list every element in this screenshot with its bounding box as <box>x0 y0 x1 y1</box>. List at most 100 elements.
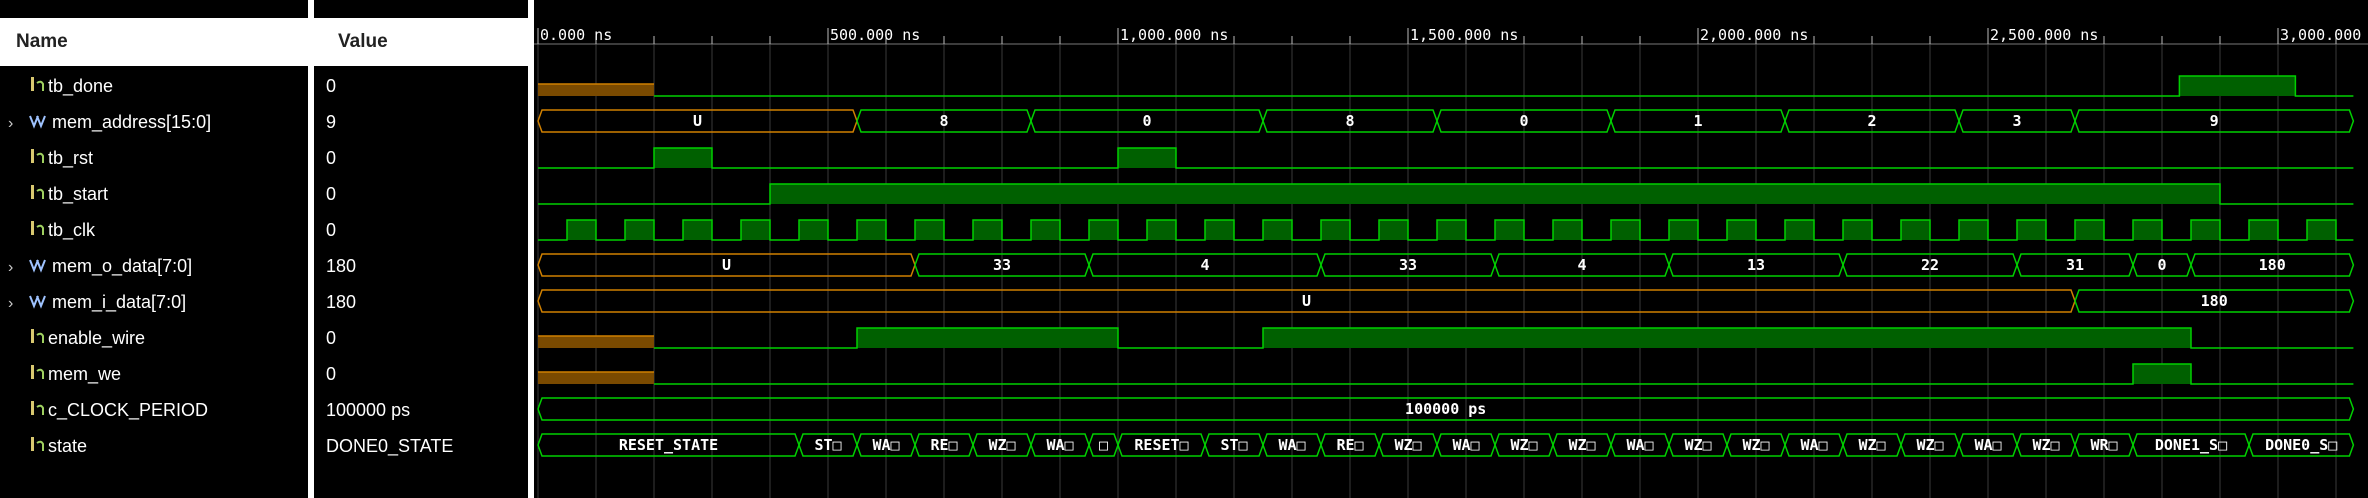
bus-value-label: ST□ <box>814 436 841 454</box>
logic-signal-icon <box>28 177 46 213</box>
clock-pulse <box>2075 220 2104 240</box>
ruler-label: 1,000.000 ns <box>1120 26 1228 44</box>
clock-pulse <box>567 220 596 240</box>
logic-signal-icon <box>28 429 46 465</box>
signal-row-tb-start[interactable]: tb_start <box>0 176 306 212</box>
bus-value-label: RE□ <box>1336 436 1363 454</box>
bus-value-label: RESET_STATE <box>619 436 718 454</box>
signal-value: 100000 ps <box>326 400 411 420</box>
waveform-area[interactable]: 0.000 ns 500.000 ns 1,000.000 ns 1,500.000 … <box>534 0 2368 498</box>
bus-value-label: DONE0_S□ <box>2265 436 2337 454</box>
clock-pulse <box>2017 220 2046 240</box>
expand-chevron-icon[interactable]: › <box>8 250 22 286</box>
expand-chevron-icon[interactable]: › <box>8 106 22 142</box>
clock-pulse <box>1495 220 1524 240</box>
ruler-label: 500.000 ns <box>830 26 920 44</box>
logic-signal-icon <box>28 357 46 393</box>
ruler-label: 3,000.000 <box>2280 26 2361 44</box>
signal-row-mem-o-data[interactable]: › mem_o_data[7:0] <box>0 248 306 284</box>
high-pulse <box>857 328 1118 348</box>
ruler-label: 0.000 ns <box>540 26 612 44</box>
clock-pulse <box>799 220 828 240</box>
bus-value-label: 31 <box>2066 256 2084 274</box>
column-splitter[interactable] <box>308 0 314 498</box>
bus-value-label: 1 <box>1693 112 1702 130</box>
bus-value-label: 33 <box>1399 256 1417 274</box>
bus-value-label: RESET□ <box>1134 436 1188 454</box>
bus-value-label: □ <box>1099 436 1108 454</box>
bus-value-label: 22 <box>1921 256 1939 274</box>
signal-name: tb_start <box>48 184 109 204</box>
signal-row-mem-i-data[interactable]: › mem_i_data[7:0] <box>0 284 306 320</box>
undefined-region <box>538 336 654 348</box>
clock-pulse <box>1205 220 1234 240</box>
bus-value-label: 0 <box>1142 112 1151 130</box>
clock-pulse <box>1959 220 1988 240</box>
bus-value-label: WA□ <box>1046 436 1073 454</box>
signal-row-enable-wire[interactable]: enable_wire <box>0 320 306 356</box>
bus-value-label: 4 <box>1577 256 1586 274</box>
high-pulse <box>654 148 712 168</box>
signal-row-tb-rst[interactable]: tb_rst <box>0 140 306 176</box>
bus-value-label: 0 <box>1519 112 1528 130</box>
bus-value-label: WA□ <box>1800 436 1827 454</box>
clock-pulse <box>1321 220 1350 240</box>
undefined-region <box>538 84 654 96</box>
signal-row-state[interactable]: state <box>0 428 306 464</box>
clock-pulse <box>741 220 770 240</box>
clock-pulse <box>1669 220 1698 240</box>
clock-pulse <box>1843 220 1872 240</box>
signal-value: DONE0_STATE <box>326 436 454 456</box>
waveform-canvas[interactable]: 0.000 ns 500.000 ns 1,000.000 ns 1,500.000 … <box>534 0 2368 498</box>
bus-value-label: RE□ <box>930 436 957 454</box>
bus-value-label: WA□ <box>1626 436 1653 454</box>
value-column-header[interactable]: Value <box>314 18 528 66</box>
clock-pulse <box>1147 220 1176 240</box>
bus-value-label: 180 <box>2201 292 2228 310</box>
clock-pulse <box>1089 220 1118 240</box>
bus-value-label: U <box>722 256 731 274</box>
expand-chevron-icon[interactable]: › <box>8 286 22 322</box>
signal-name: mem_we <box>48 364 122 384</box>
signal-value: 0 <box>326 184 337 204</box>
bus-value-label: DONE1_S□ <box>2155 436 2227 454</box>
signal-row-tb-clk[interactable]: tb_clk <box>0 212 306 248</box>
clock-pulse <box>1553 220 1582 240</box>
signal-row-mem-address[interactable]: › mem_address[15:0] <box>0 104 306 140</box>
signal-name: mem_i_data[7:0] <box>52 292 187 312</box>
high-pulse <box>770 184 2220 204</box>
bus-value-label: WA□ <box>1974 436 2001 454</box>
clock-pulse <box>2191 220 2220 240</box>
clock-pulse <box>683 220 712 240</box>
logic-signal-icon <box>28 141 46 177</box>
signal-value: 0 <box>326 220 337 240</box>
signal-row-tb-done[interactable]: tb_done <box>0 68 306 104</box>
bus-value-label: WA□ <box>1278 436 1305 454</box>
ruler-label: 2,500.000 ns <box>1990 26 2098 44</box>
clock-pulse <box>857 220 886 240</box>
signal-value: 0 <box>326 328 337 348</box>
clock-pulse <box>1031 220 1060 240</box>
clock-pulse <box>1901 220 1930 240</box>
bus-signal-icon <box>28 105 50 141</box>
signal-name: state <box>48 436 88 456</box>
name-column-header[interactable]: Name <box>0 18 308 66</box>
clock-pulse <box>2133 220 2162 240</box>
bus-signal-icon <box>28 285 50 321</box>
bit-trace <box>538 147 2354 169</box>
clock-pulse <box>2249 220 2278 240</box>
clock-pulse <box>1263 220 1292 240</box>
signal-name: c_CLOCK_PERIOD <box>48 400 209 420</box>
bus-value-label: 3 <box>2012 112 2021 130</box>
high-pulse <box>1118 148 1176 168</box>
signal-value: 180 <box>326 292 357 312</box>
high-pulse <box>1263 328 2191 348</box>
signal-row-mem-we[interactable]: mem_we <box>0 356 306 392</box>
high-pulse <box>2133 364 2191 384</box>
ruler-label: 2,000.000 ns <box>1700 26 1808 44</box>
bus-value-label: WR□ <box>2090 436 2117 454</box>
bus-value-label: 0 <box>2157 256 2166 274</box>
high-pulse <box>2179 76 2296 96</box>
signal-row-c-clock-period[interactable]: c_CLOCK_PERIOD <box>0 392 306 428</box>
bus-value-label: WA□ <box>872 436 899 454</box>
